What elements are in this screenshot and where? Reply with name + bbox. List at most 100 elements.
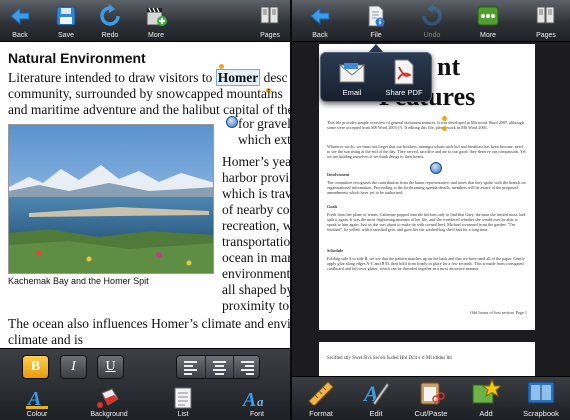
clipboard-scissors-icon (420, 382, 445, 405)
document-heading: Natural Environment (8, 50, 146, 66)
colour-button[interactable]: A Colour (12, 385, 62, 420)
undo-label: Undo (423, 32, 441, 39)
photo-caption: Kachemak Bay and the Homer Spit (8, 276, 149, 286)
text-line-15: proximity to (222, 298, 290, 313)
align-center-button[interactable] (205, 356, 232, 378)
edit-button[interactable]: A Edit (349, 377, 403, 420)
redo-button[interactable]: Redo (92, 0, 128, 42)
selected-word[interactable]: Homer (215, 69, 261, 86)
cut-paste-label: Cut/Paste (414, 409, 448, 418)
colour-label: Colour (26, 411, 48, 418)
email-button[interactable]: Email (327, 57, 377, 99)
save-disk-icon (56, 6, 76, 26)
list-button[interactable]: List (158, 385, 208, 420)
back-arrow-icon (310, 6, 330, 26)
pages-icon (536, 6, 555, 24)
svg-text:A: A (26, 388, 41, 409)
share-pdf-button[interactable]: Share PDF (379, 57, 429, 99)
more-grid-icon (477, 6, 499, 26)
bay-mountains-image-icon (9, 125, 213, 273)
background-label: Background (90, 411, 128, 418)
page-heading-goals: Goals (327, 204, 338, 209)
pages-icon (260, 6, 279, 24)
page-paragraph-4: Fresh from her plane of tennis, Catherin… (327, 212, 526, 232)
font-aa-icon: A a (242, 389, 264, 409)
text-line-4: for gravel (238, 116, 291, 131)
save-label: Save (58, 32, 74, 39)
cut-paste-button[interactable]: Cut/Paste (404, 377, 458, 420)
share-pdf-label: Share PDF (385, 88, 423, 97)
file-button[interactable]: File (358, 0, 394, 42)
font-button[interactable]: A a Font (232, 385, 282, 420)
line-text: Literature intended to draw visitors to (8, 70, 216, 85)
text-line-7: harbor provi (222, 170, 290, 185)
right-top-toolbar: Back File Undo More Pages (292, 0, 570, 42)
save-button[interactable]: Save (48, 0, 84, 42)
bold-toggle[interactable]: B (22, 355, 49, 379)
right-bottom-toolbar: Format A Edit Cut/Paste Add Scrapbook (292, 376, 570, 420)
italic-toggle[interactable]: I (60, 355, 87, 379)
alignment-group (176, 355, 260, 379)
page-heading-involvement: Involvement (327, 172, 350, 177)
pages-label: Pages (536, 32, 556, 39)
page-paragraph-5: Folding side A to side B, we see that th… (327, 256, 525, 271)
file-label: File (370, 32, 382, 39)
paint-bucket-icon (97, 388, 119, 408)
scrapbook-label: Scrapbook (523, 409, 559, 418)
pages-button-right[interactable]: Pages (528, 0, 564, 42)
text-line-16: The ocean also influences Homer’s climat… (8, 316, 291, 331)
file-popup-menu: Email Share PDF (320, 52, 432, 102)
back-label: Back (312, 32, 328, 39)
undo-button[interactable]: Undo (414, 0, 450, 42)
selection-handle-end-right[interactable] (442, 126, 447, 131)
add-label: Add (479, 409, 493, 418)
image-anchor-knob-right[interactable] (430, 162, 442, 174)
undo-icon (422, 4, 442, 26)
format-ruler-icon (308, 381, 334, 405)
align-right-icon (241, 361, 254, 377)
list-label: List (177, 411, 189, 418)
text-line-13: environment (222, 266, 291, 281)
add-button[interactable]: Add (459, 377, 513, 420)
page-heading-schedule: Schedule (327, 248, 344, 253)
left-top-toolbar: Back Save Redo More Pages (0, 0, 292, 42)
back-arrow-icon (10, 6, 30, 26)
back-button-right[interactable]: Back (302, 0, 338, 42)
format-button[interactable]: Format (294, 377, 348, 420)
align-left-button[interactable] (177, 356, 204, 378)
selection-handle-start-right[interactable] (442, 116, 447, 121)
format-label: Format (309, 409, 333, 418)
svg-text:a: a (257, 394, 264, 409)
file-info-icon (368, 5, 385, 27)
background-button[interactable]: Background (84, 385, 134, 420)
scrapbook-button[interactable]: Scrapbook (514, 377, 568, 420)
underline-toggle[interactable]: U (97, 355, 124, 379)
more-label: More (148, 32, 164, 39)
clapperboard-plus-icon (146, 7, 167, 26)
redo-label: Redo (101, 32, 119, 39)
text-line-8: which is trav (222, 186, 292, 201)
pages-button[interactable]: Pages (252, 0, 288, 42)
text-line-9: of nearby co (222, 202, 290, 217)
scrapbook-book-icon (527, 381, 555, 404)
align-right-button[interactable] (233, 356, 260, 378)
document-canvas[interactable]: Natural Environment Literature intended … (0, 42, 292, 348)
page-footer: Odd footer of first section. Page 1 (470, 310, 527, 315)
more-button[interactable]: More (138, 0, 174, 42)
back-button[interactable]: Back (2, 0, 38, 42)
text-line-11: transportatio (222, 234, 291, 249)
selection-handle-start[interactable] (219, 64, 224, 69)
more-label: More (480, 32, 496, 39)
align-center-icon (213, 361, 226, 377)
text-line-2: community, surrounded by snowcapped moun… (8, 86, 283, 101)
email-envelope-icon (339, 63, 365, 83)
text-line-14: all shaped by (222, 282, 292, 297)
pages-label: Pages (260, 32, 280, 39)
landscape-photo[interactable] (8, 124, 214, 274)
page-paragraph-3: The committee recognises the contributio… (327, 180, 526, 195)
edit-pen-icon: A (362, 381, 390, 405)
add-star-icon (472, 379, 501, 404)
more-button-right[interactable]: More (470, 0, 506, 42)
text-line-12: ocean in mar (222, 250, 292, 265)
align-left-icon (184, 361, 197, 377)
